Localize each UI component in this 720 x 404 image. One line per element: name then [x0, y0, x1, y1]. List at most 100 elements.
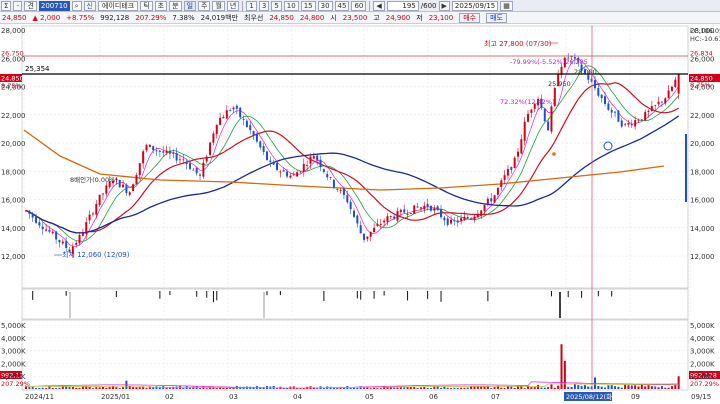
candle-body: [292, 174, 295, 176]
volume-bar: [463, 387, 466, 389]
volume-bar: [674, 384, 677, 389]
period-sec-tab[interactable]: 초: [154, 0, 168, 11]
candle-body: [667, 90, 670, 99]
candle-body: [135, 175, 138, 184]
candle-body: [356, 215, 359, 224]
volume-bar: [466, 387, 469, 389]
low-label: 저: [416, 13, 423, 22]
volume-bar: [68, 387, 71, 389]
period-week-tab[interactable]: 주: [198, 0, 211, 11]
period-tick-tab[interactable]: 틱: [140, 0, 153, 11]
volume-bar: [440, 387, 443, 389]
scroll-left-icon[interactable]: ◀: [373, 0, 385, 11]
volume-bar: [356, 387, 359, 389]
date-tick-label: 05: [365, 393, 374, 401]
unit-10-button[interactable]: 10: [283, 0, 299, 11]
candle-body: [383, 220, 386, 223]
volume-bar: [660, 386, 663, 389]
candle-body: [168, 150, 171, 154]
candle-body: [677, 74, 680, 94]
candle-body: [617, 110, 620, 122]
price-tick-label-right: 12,000: [690, 253, 715, 261]
volume-bar: [557, 385, 560, 389]
candle-body: [249, 125, 252, 131]
volume-bar: [443, 386, 446, 389]
period-min-tab[interactable]: 분: [169, 0, 182, 11]
candle-body: [624, 123, 627, 125]
candle-body: [155, 150, 158, 152]
volume-bar: [91, 388, 94, 389]
volume-bar: [165, 387, 168, 389]
date-tick-label: 02: [165, 393, 174, 401]
volume-bar: [101, 386, 104, 389]
sell-button[interactable]: 매도: [486, 12, 507, 23]
candle-body: [520, 139, 523, 154]
candle-body: [440, 209, 443, 218]
candle-body: [547, 121, 550, 131]
price-tick-label-left: 28,000: [1, 27, 26, 35]
candle-body: [142, 151, 145, 164]
period-year-tab[interactable]: 년: [226, 0, 240, 11]
unit-45-button[interactable]: 45: [334, 0, 350, 11]
volume-bar: [182, 388, 185, 389]
candle-body: [312, 156, 315, 159]
bar-count-input[interactable]: 195: [386, 0, 419, 11]
stock-name-field: 에이디테크: [98, 0, 139, 11]
candle-body: [359, 225, 362, 234]
candle-body: [98, 194, 101, 205]
volume-bar: [145, 388, 148, 389]
volume-tick-label-right: 4,000K: [690, 335, 715, 343]
unit-3-button[interactable]: 3: [258, 0, 270, 11]
candle-body: [202, 162, 205, 177]
candle-body: [386, 216, 389, 223]
sum-button[interactable]: Σ: [1, 0, 12, 11]
search-icon[interactable]: ⌕: [71, 0, 82, 11]
candle-body: [517, 151, 519, 157]
volume-bar: [353, 387, 355, 389]
unit-30-button[interactable]: 30: [317, 0, 333, 11]
price-tick-label-left: 20,000: [1, 140, 26, 148]
market-select[interactable]: 견: [24, 0, 37, 11]
candle-body: [610, 109, 613, 113]
candle-body: [65, 241, 68, 249]
volume-bar: [205, 388, 208, 389]
candle-body: [299, 171, 302, 173]
unit-60-button[interactable]: 60: [351, 0, 367, 11]
calendar-icon[interactable]: ▦: [500, 0, 513, 11]
candle-body: [436, 206, 439, 211]
volume-bar: [664, 387, 667, 389]
period-month-tab[interactable]: 월: [212, 0, 225, 11]
candle-body: [443, 217, 446, 221]
candle-body: [185, 162, 188, 164]
candle-body: [660, 101, 663, 103]
toolbar: Σ - 견 200710 ⌕ 신 에이디테크 틱 초 분 일 주 월 년 1 3…: [0, 0, 720, 12]
unit-1-button[interactable]: 1: [246, 0, 257, 11]
period-day-tab[interactable]: 일: [183, 0, 197, 11]
candle-body: [480, 210, 483, 216]
volume-bar: [634, 385, 637, 389]
volume-bar: [604, 387, 607, 389]
scroll-right-icon[interactable]: ▶: [438, 0, 450, 11]
candle-body: [426, 203, 429, 207]
unit-5-button[interactable]: 5: [271, 0, 282, 11]
volume-bar: [31, 387, 34, 389]
stock-code-input[interactable]: 200710: [38, 0, 70, 11]
volume-value: 992,128: [100, 13, 130, 22]
candle-body: [389, 216, 392, 217]
candle-body: [31, 213, 34, 218]
candle-body: [178, 159, 181, 161]
candle-body: [336, 189, 339, 190]
favorite-icon[interactable]: 신: [83, 0, 96, 11]
minus-button[interactable]: -: [13, 0, 23, 11]
volume-bar: [379, 388, 382, 389]
volume-bar: [627, 385, 630, 389]
candle-body: [101, 193, 104, 195]
volume-bar: [506, 386, 509, 389]
buy-button[interactable]: 매수: [459, 12, 481, 23]
unit-15-button[interactable]: 15: [300, 0, 316, 11]
candle-body: [51, 231, 54, 234]
open-price: 23,500: [342, 13, 368, 22]
date-input[interactable]: 2025/09/15: [451, 0, 499, 11]
volume-bar: [98, 387, 101, 389]
stock-chart[interactable]: 25,354 최고 27,800 (07/30) 최저 12,060 (12/09)…: [0, 24, 720, 404]
